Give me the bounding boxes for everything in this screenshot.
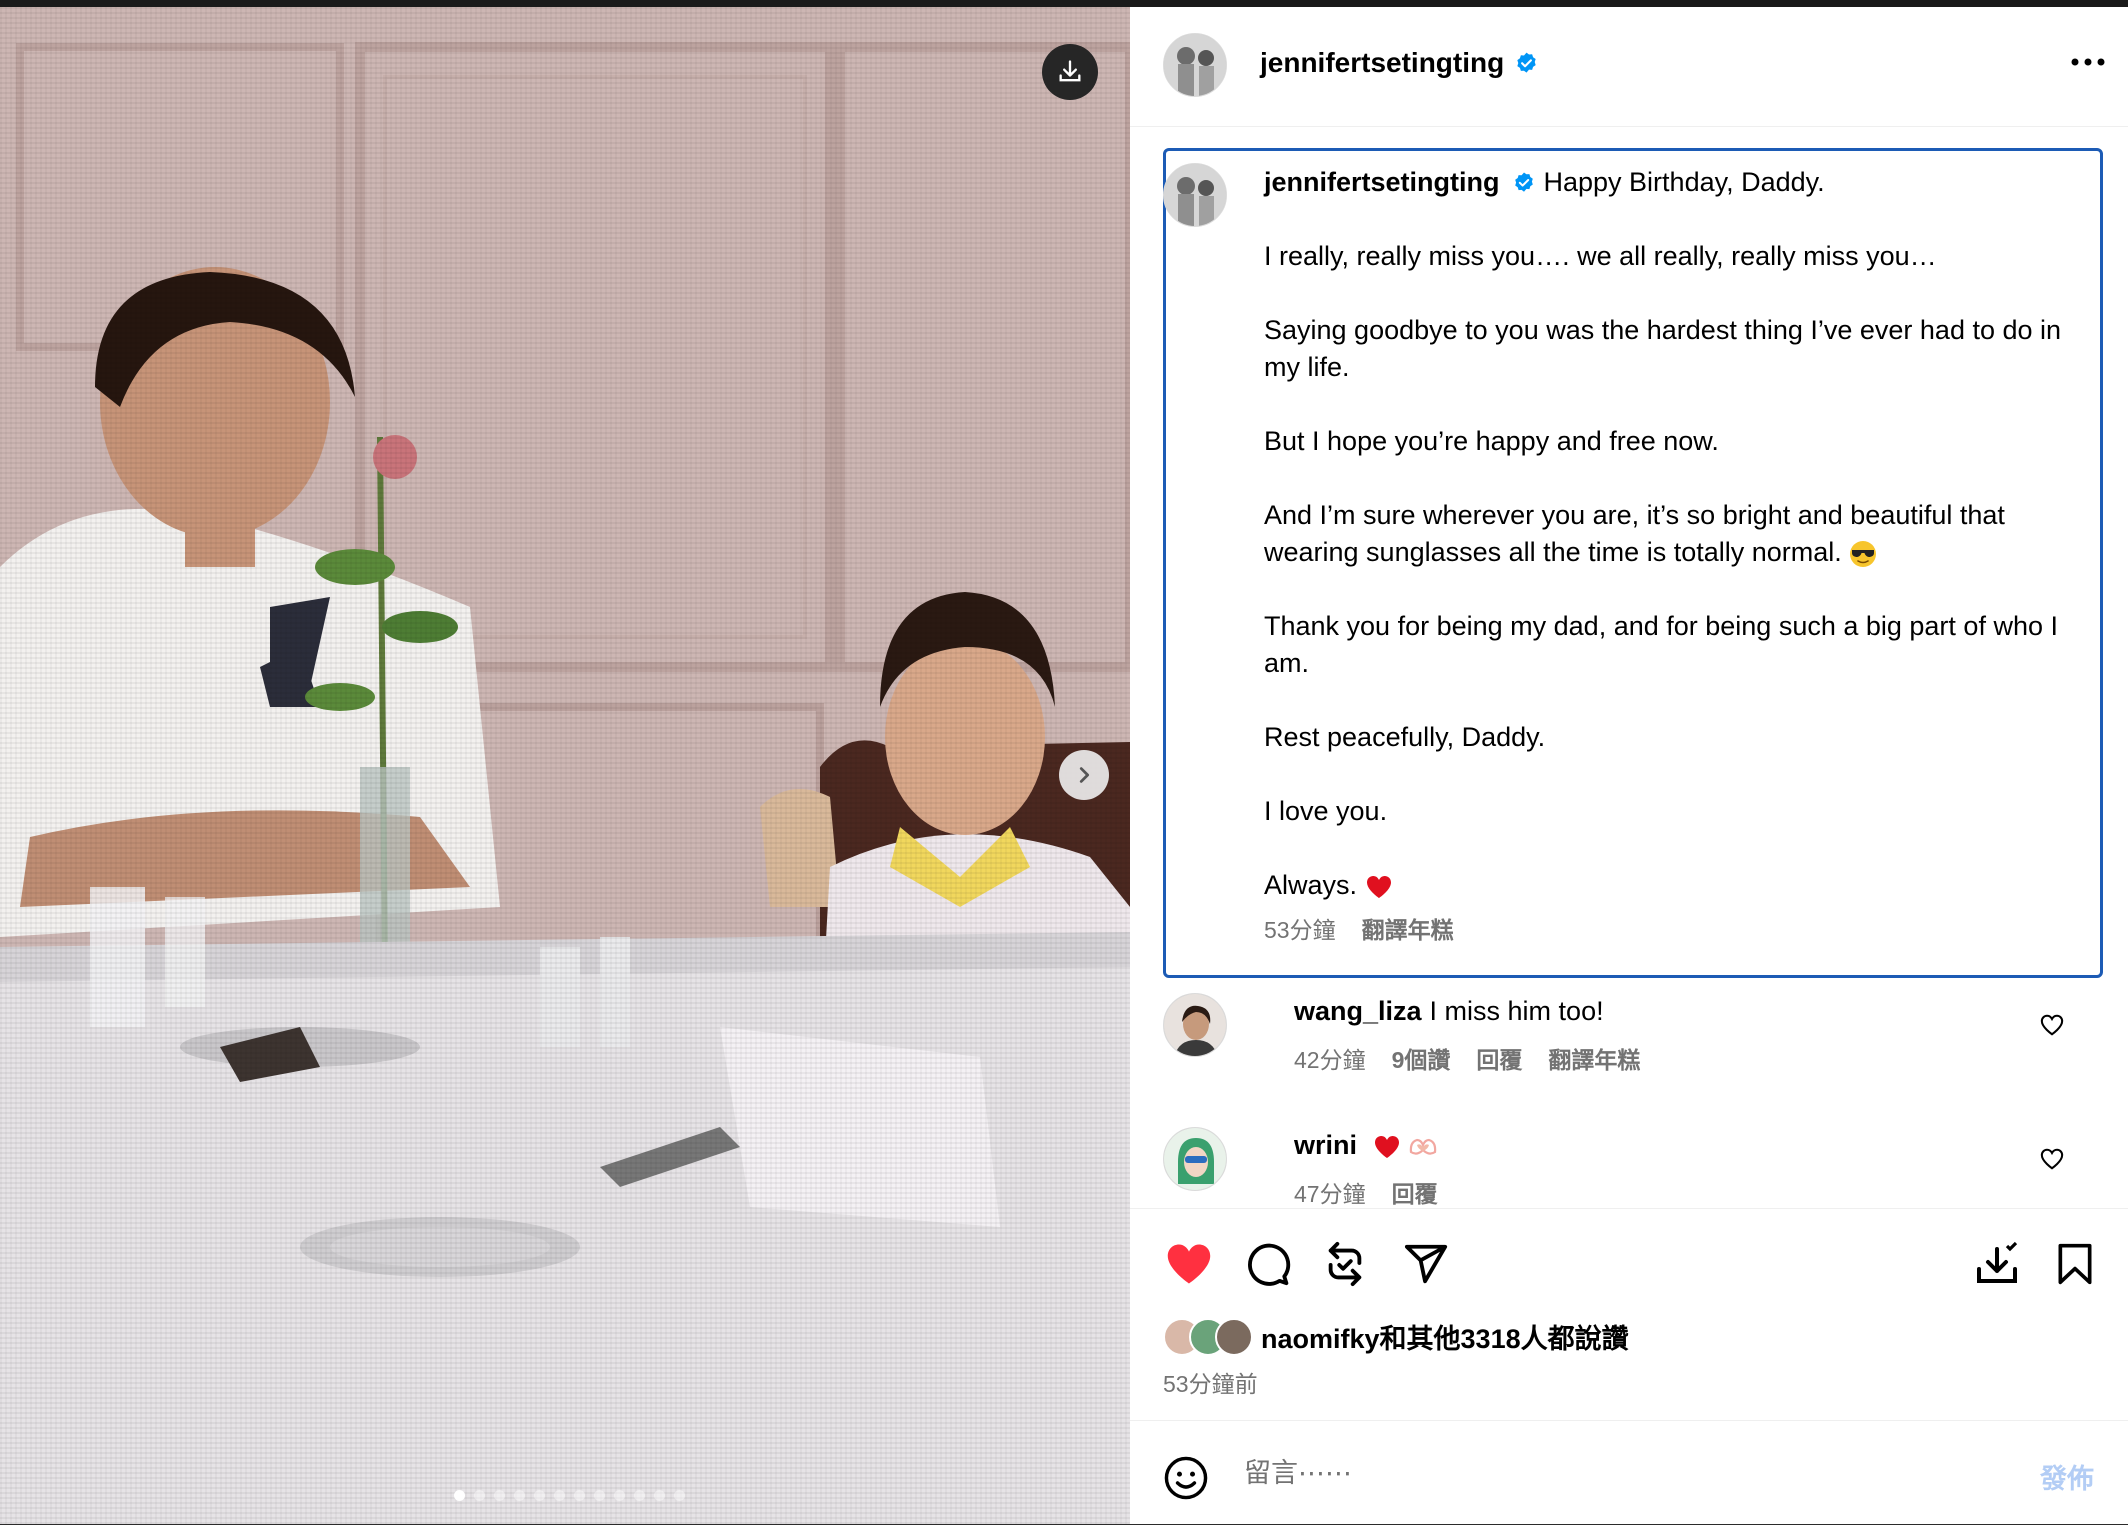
photo-download-button[interactable] [1042,44,1098,100]
carousel-dot[interactable] [674,1490,685,1501]
comment-body: I miss him too! [1429,996,1604,1026]
post-side-panel: jennifertsetingting jennifertsetingting … [1130,7,2128,1524]
comment-username[interactable]: wang_liza [1294,996,1422,1026]
comment-likes[interactable]: 9個讚 [1392,1041,1451,1075]
comment-meta: 47分鐘 回覆 [1294,1175,1438,1209]
more-icon [2071,58,2105,66]
caption-paragraph: I love you. [1264,796,1388,826]
likes-summary-text[interactable]: naomifky和其他3318人都說讚 [1261,1317,1629,1356]
comment-text: wang_liza I miss him too! [1294,993,1604,1030]
comment-meta: 42分鐘 9個讚 回覆 翻譯年糕 [1294,1041,1640,1075]
caption-meta: 53分鐘 翻譯年糕 [1264,911,1454,945]
carousel-dot[interactable] [514,1490,525,1501]
like-button[interactable] [1163,1241,1215,1292]
download-post-button[interactable] [1973,1241,2021,1294]
comment-button[interactable] [1244,1241,1292,1292]
caption-block: jennifertsetingting Happy Birthday, Dadd… [1163,148,2103,978]
comment-like-button[interactable] [2039,1013,2065,1042]
bookmark-icon [2058,1243,2092,1285]
carousel-next-button[interactable] [1059,750,1109,800]
author-username[interactable]: jennifertsetingting [1260,47,1539,79]
heart-hands-emoji-icon [1409,1138,1437,1155]
carousel-dot[interactable] [594,1490,605,1501]
post-actions-bar [1130,1208,2128,1287]
heart-outline-icon [2040,1148,2064,1170]
avatar-photo [1164,1128,1226,1190]
verified-badge-icon [1517,52,1536,73]
caption-paragraph-last: Always. [1264,867,2084,904]
post-comment-button[interactable]: 發佈 [2040,1457,2094,1496]
caption-first-line-text: Happy Birthday, Daddy. [1543,167,1825,197]
more-options-button[interactable] [2070,55,2106,73]
caption-first-line: jennifertsetingting Happy Birthday, Dadd… [1264,164,2084,201]
caption-paragraph: Rest peacefully, Daddy. [1264,722,1546,752]
chevron-right-icon [1079,767,1090,783]
carousel-dot[interactable] [614,1490,625,1501]
share-button[interactable] [1402,1241,1450,1292]
comment-like-button[interactable] [2039,1147,2065,1176]
caption-paragraph: Thank you for being my dad, and for bein… [1264,611,2058,678]
comment-reply-button[interactable]: 回覆 [1476,1041,1522,1075]
comment-username[interactable]: wrini [1294,1130,1357,1160]
caption-author-avatar[interactable] [1163,163,1227,227]
save-button[interactable] [2053,1241,2097,1292]
avatar-photo [1164,34,1226,96]
caption-paragraph: I really, really miss you…. we all reall… [1264,241,1937,271]
carousel-dot[interactable] [554,1490,565,1501]
comment-reply-button[interactable]: 回覆 [1392,1175,1438,1209]
carousel-dot[interactable] [654,1490,665,1501]
comment-time: 47分鐘 [1294,1181,1366,1207]
red-heart-emoji-icon [1366,875,1391,898]
red-heart-emoji-icon [1374,1135,1399,1158]
liker-avatar [1215,1317,1253,1356]
comment-input[interactable] [1242,1447,1946,1499]
vintage-photo-scene [0,7,1130,1524]
likes-summary[interactable]: naomifky和其他3318人都說讚 [1163,1317,1629,1356]
caption-paragraph-text: Always. [1264,870,1358,900]
comment-icon [1248,1243,1291,1286]
caption-username[interactable]: jennifertsetingting [1264,164,1500,201]
emoji-icon [1164,1456,1208,1500]
caption-time: 53分鐘 [1264,917,1336,943]
download-icon [1059,60,1081,82]
author-avatar[interactable] [1163,33,1227,97]
carousel-indicator [454,1490,685,1501]
post-timestamp[interactable]: 53分鐘前 [1163,1365,1258,1399]
share-icon [1404,1244,1448,1284]
caption-paragraph-text: And I’m sure wherever you are, it’s so b… [1264,500,2005,567]
carousel-dot[interactable] [474,1490,485,1501]
comment-time: 42分鐘 [1294,1047,1366,1073]
caption-translate-link[interactable]: 翻譯年糕 [1362,911,1454,945]
comment-translate-link[interactable]: 翻譯年糕 [1548,1041,1640,1075]
carousel-dot[interactable] [634,1490,645,1501]
caption-text: jennifertsetingting Happy Birthday, Dadd… [1264,164,2084,941]
caption-paragraph-sunglasses: And I’m sure wherever you are, it’s so b… [1264,497,2084,571]
post-photo[interactable] [0,7,1130,1524]
post-header: jennifertsetingting [1130,7,2128,127]
caption-paragraph: Saying goodbye to you was the hardest th… [1264,315,2062,382]
instagram-post-view: jennifertsetingting jennifertsetingting … [0,0,2128,1524]
caption-paragraph: But I hope you’re happy and free now. [1264,426,1719,456]
avatar-photo [1164,994,1226,1056]
window-top-strip [0,0,2128,7]
carousel-dot[interactable] [534,1490,545,1501]
carousel-dot[interactable] [494,1490,505,1501]
avatar-photo [1164,164,1226,226]
carousel-dot[interactable] [454,1490,465,1501]
commenter-avatar[interactable] [1163,993,1227,1057]
download-icon [1977,1241,2018,1283]
repost-icon [1328,1241,1362,1287]
carousel-dot[interactable] [574,1490,585,1501]
add-comment-bar: 發佈 [1130,1420,2128,1525]
author-username-text[interactable]: jennifertsetingting [1260,47,1504,79]
verified-badge-icon [1514,172,1533,192]
sunglasses-emoji-icon [1850,540,1877,567]
repost-button[interactable] [1322,1241,1368,1292]
commenter-avatar[interactable] [1163,1127,1227,1191]
heart-icon [1167,1244,1211,1284]
comment-text: wrini [1294,1127,1438,1164]
heart-outline-icon [2040,1014,2064,1036]
emoji-picker-button[interactable] [1163,1455,1209,1506]
